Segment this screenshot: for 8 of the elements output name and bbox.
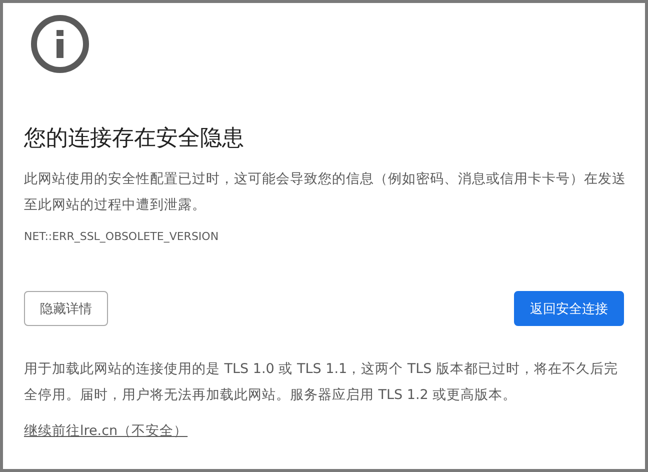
description-text: 此网站使用的安全性配置已过时，这可能会导致您的信息（例如密码、消息或信用卡卡号）在发送至此网站的过程中遭到泄露。 <box>24 170 627 215</box>
info-icon <box>30 14 90 74</box>
page-heading: 您的连接存在安全隐患 <box>24 125 245 153</box>
details-text: 用于加载此网站的连接使用的是 TLS 1.0 或 TLS 1.1，这两个 TLS 版本都已过时，将在不久后完全停用。届时，用户将无法再加载此网站。服务器应启用 TLS 1.2 或更高版本。 <box>24 360 619 405</box>
proceed-link[interactable]: 继续前往lre.cn（不安全） <box>24 422 188 440</box>
hide-details-button[interactable]: 隐藏详情 <box>24 291 108 326</box>
back-to-safety-button[interactable]: 返回安全连接 <box>514 291 624 326</box>
error-code: NET::ERR_SSL_OBSOLETE_VERSION <box>24 230 220 243</box>
